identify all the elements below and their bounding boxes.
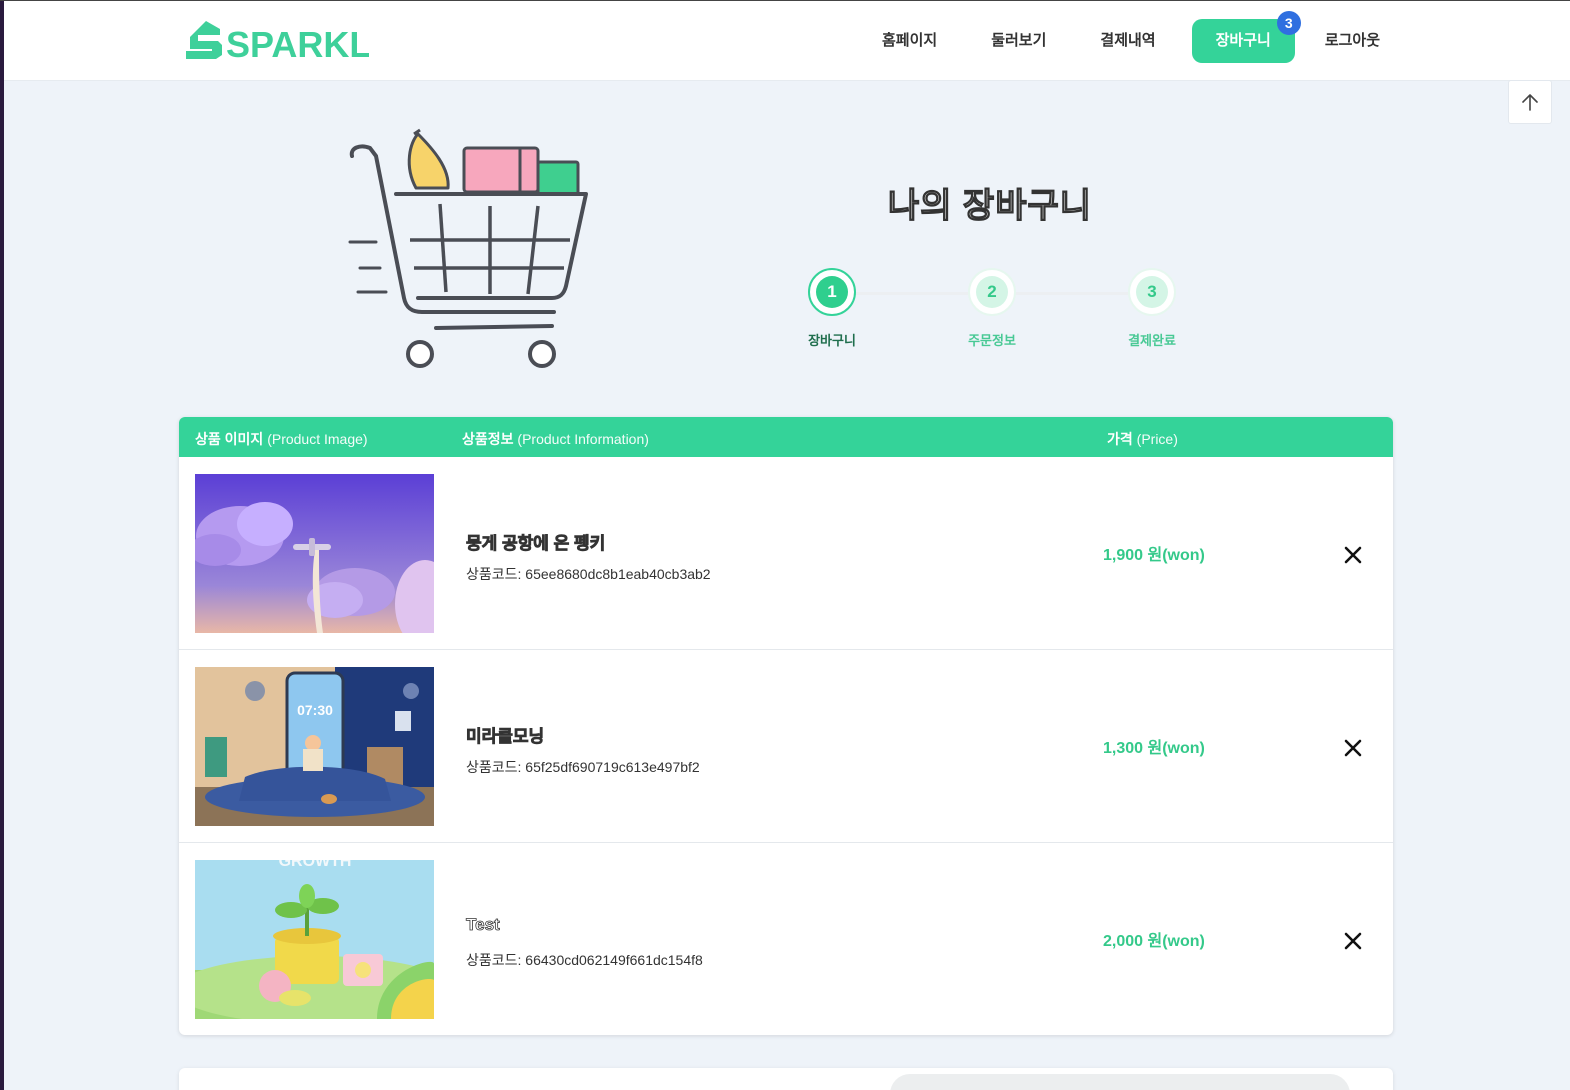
product-code: 상품코드: 65f25df690719c613e497bf2	[466, 759, 700, 775]
header-product-info: 상품정보 (Product Information)	[462, 429, 649, 449]
step-circle: 3	[1128, 268, 1176, 316]
product-name[interactable]: 미라클모닝	[466, 722, 545, 747]
product-price: 1,900 원(won)	[1103, 547, 1205, 564]
step-number: 3	[1136, 276, 1168, 308]
cart-count-badge: 3	[1276, 11, 1301, 35]
remove-item-button[interactable]	[1339, 927, 1367, 955]
nav-payment-history-label: 결제내역	[1100, 32, 1156, 49]
step-payment-complete: 3 결제완료	[1112, 268, 1192, 349]
product-image[interactable]: 07:30	[195, 667, 434, 826]
nav-home-label: 홈페이지	[882, 32, 938, 49]
page-title: 나의 장바구니	[887, 186, 1093, 225]
main-nav: 홈페이지 둘러보기 결제내역 장바구니 3 로그아웃	[864, 11, 1416, 63]
step-number: 1	[816, 276, 848, 308]
order-summary-pill	[890, 1074, 1350, 1090]
site-header: SPARKLE 홈페이지 둘러보기 결제내역 장바구니 3 로그아웃	[4, 1, 1570, 81]
step-order-info: 2 주문정보	[952, 268, 1032, 349]
header-product-image-en: (Product Image)	[267, 431, 368, 447]
header-price-en: (Price)	[1136, 431, 1178, 447]
nav-cart[interactable]: 장바구니 3	[1191, 11, 1301, 63]
cart-table: 상품 이미지 (Product Image) 상품정보 (Product Inf…	[179, 417, 1393, 1035]
step-circle: 1	[808, 268, 856, 316]
nav-browse[interactable]: 둘러보기	[973, 19, 1064, 63]
nav-logout-label: 로그아웃	[1324, 32, 1381, 49]
table-header: 상품 이미지 (Product Image) 상품정보 (Product Inf…	[179, 417, 1393, 457]
product-price: 2,000 원(won)	[1103, 933, 1205, 950]
step-number: 2	[976, 276, 1008, 308]
arrow-up-icon	[1522, 94, 1538, 111]
nav-browse-label: 둘러보기	[991, 32, 1047, 49]
step-label: 주문정보	[968, 333, 1016, 348]
close-icon	[1344, 739, 1362, 757]
shopping-cart-illustration	[348, 128, 588, 368]
table-row: 07:30 미라클모닝 상품코드: 65f25df690719c613e497b…	[179, 650, 1393, 843]
product-price: 1,300 원(won)	[1103, 740, 1205, 757]
scroll-top-button[interactable]	[1508, 80, 1552, 124]
nav-cart-label: 장바구니	[1215, 32, 1271, 49]
window-edge	[0, 0, 4, 1090]
close-icon	[1344, 932, 1362, 950]
step-cart: 1 장바구니	[792, 268, 872, 349]
header-product-info-en: (Product Information)	[517, 431, 649, 447]
close-icon	[1344, 546, 1362, 564]
table-row: 뭉게 공항에 온 펭키 상품코드: 65ee8680dc8b1eab40cb3a…	[179, 457, 1393, 650]
product-code: 상품코드: 66430cd062149f661dc154f8	[466, 952, 703, 968]
logo-text: SPARKLE	[226, 24, 369, 63]
svg-text:07:30: 07:30	[297, 702, 333, 718]
step-circle: 2	[968, 268, 1016, 316]
product-name[interactable]: 뭉게 공항에 온 펭키	[466, 529, 606, 554]
nav-payment-history[interactable]: 결제내역	[1082, 19, 1173, 63]
header-product-image-ko: 상품 이미지	[195, 431, 264, 447]
table-row: GROWTH Test 상품코드: 66430cd062149f661dc154…	[179, 843, 1393, 1035]
header-product-image: 상품 이미지 (Product Image)	[195, 429, 368, 449]
step-label: 장바구니	[808, 333, 856, 348]
product-name[interactable]: Test	[466, 915, 500, 935]
sparkle-logo[interactable]: SPARKLE	[184, 15, 369, 63]
product-image[interactable]: GROWTH	[195, 860, 434, 1019]
header-product-info-ko: 상품정보	[462, 431, 514, 447]
remove-item-button[interactable]	[1339, 734, 1367, 762]
header-price-ko: 가격	[1107, 431, 1133, 447]
product-code: 상품코드: 65ee8680dc8b1eab40cb3ab2	[466, 566, 711, 582]
svg-text:GROWTH: GROWTH	[279, 860, 352, 870]
header-price: 가격 (Price)	[1107, 429, 1178, 449]
remove-item-button[interactable]	[1339, 541, 1367, 569]
nav-home[interactable]: 홈페이지	[864, 19, 955, 63]
nav-logout[interactable]: 로그아웃	[1307, 19, 1398, 63]
checkout-stepper: 1 장바구니 2 주문정보 3 결제완료	[790, 268, 1210, 358]
product-image[interactable]	[195, 474, 434, 633]
step-label: 결제완료	[1128, 333, 1176, 348]
